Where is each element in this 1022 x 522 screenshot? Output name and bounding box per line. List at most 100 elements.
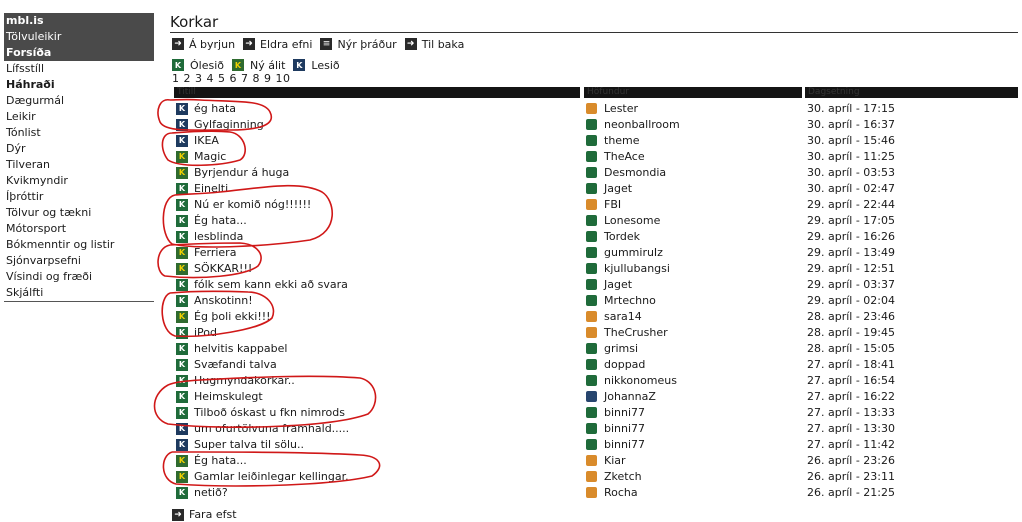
site-link[interactable]: mbl.is (4, 13, 154, 29)
post-date: 30. apríl - 11:25 (807, 150, 896, 163)
topic-title-link[interactable]: Ég hata... (194, 214, 247, 227)
page-link[interactable]: 5 (218, 72, 226, 85)
author-link[interactable]: binni77 (604, 438, 645, 451)
user-avatar-icon (586, 343, 597, 354)
topic-title-link[interactable]: Anskotinn! (194, 294, 253, 307)
author-link[interactable]: binni77 (604, 422, 645, 435)
topic-title-link[interactable]: Nú er komið nóg!!!!!! (194, 198, 311, 211)
topic-title-link[interactable]: ég hata (194, 102, 236, 115)
topic-title-link[interactable]: Gamlar leiðinlegar kellingar. (194, 470, 349, 483)
topic-title-link[interactable]: Byrjendur á huga (194, 166, 289, 179)
page-link[interactable]: 3 (195, 72, 203, 85)
page-link[interactable]: 1 (172, 72, 180, 85)
author-link[interactable]: Jaget (604, 278, 632, 291)
author-link[interactable]: Kiar (604, 454, 626, 467)
page-link[interactable]: 4 (207, 72, 215, 85)
new-comments-icon: K (176, 262, 188, 275)
sidebar-item[interactable]: Mótorsport (4, 221, 154, 237)
user-avatar-icon (586, 327, 597, 338)
topic-title-link[interactable]: Einelti (194, 182, 228, 195)
author-link[interactable]: Lonesome (604, 214, 660, 227)
user-avatar-icon (586, 247, 597, 258)
topic-title-link[interactable]: Svæfandi talva (194, 358, 277, 371)
topic-title-link[interactable]: Tilboð óskast u fkn nimrods (194, 406, 345, 419)
topic-title-link[interactable]: SÖKKAR!!! (194, 262, 252, 275)
back-to-top[interactable]: ➜ Fara efst (172, 508, 237, 521)
author-link[interactable]: Tordek (604, 230, 640, 243)
page-link[interactable]: 6 (230, 72, 238, 85)
author-link[interactable]: Mrtechno (604, 294, 656, 307)
topic-title-link[interactable]: lesblinda (194, 230, 243, 243)
sidebar-item[interactable]: Dægurmál (4, 93, 154, 109)
sidebar-item[interactable]: Kvikmyndir (4, 173, 154, 189)
page-link[interactable]: 2 (184, 72, 192, 85)
home-link[interactable]: Forsíða (4, 45, 154, 61)
sidebar-item[interactable]: Tölvur og tækni (4, 205, 154, 221)
sidebar-item[interactable]: Vísindi og fræði (4, 269, 154, 285)
author-link[interactable]: TheCrusher (604, 326, 668, 339)
sidebar-item[interactable]: Íþróttir (4, 189, 154, 205)
page-link[interactable]: 9 (264, 72, 272, 85)
author-link[interactable]: FBI (604, 198, 621, 211)
author-link[interactable]: binni77 (604, 406, 645, 419)
page-link[interactable]: 7 (241, 72, 249, 85)
topic-title-link[interactable]: Ferriera (194, 246, 236, 259)
author-link[interactable]: Lester (604, 102, 638, 115)
author-link[interactable]: doppad (604, 358, 645, 371)
topic-title-link[interactable]: Gylfaginning (194, 118, 264, 131)
table-row: KiPod TheCrusher 28. apríl - 19:45 (170, 324, 1018, 340)
page-link[interactable]: 10 (276, 72, 291, 85)
sidebar-item[interactable]: Tilveran (4, 157, 154, 173)
topic-title-link[interactable]: IKEA (194, 134, 219, 147)
topic-title-link[interactable]: iPod (194, 326, 217, 339)
sidebar-item[interactable]: Sjónvarpsefni (4, 253, 154, 269)
author-link[interactable]: Zketch (604, 470, 642, 483)
post-date: 29. apríl - 17:05 (807, 214, 896, 227)
topic-title-link[interactable]: Ég hata... (194, 454, 247, 467)
table-row: K Anskotinn! Mrtechno 29. apríl - 02:04 (170, 292, 1018, 308)
unread-icon: K (176, 326, 188, 339)
sidebar-item[interactable]: Háhraði (4, 77, 154, 93)
topic-title-link[interactable]: fólk sem kann ekki að svara (194, 278, 348, 291)
author-link[interactable]: Jaget (604, 182, 632, 195)
author-link[interactable]: theme (604, 134, 640, 147)
nav-back-link[interactable]: Til baka (422, 38, 465, 51)
sidebar-item[interactable]: Dýr (4, 141, 154, 157)
author-link[interactable]: Desmondia (604, 166, 666, 179)
author-link[interactable]: nikkonomeus (604, 374, 677, 387)
author-link[interactable]: gummiruIz (604, 246, 663, 259)
topic-title-link[interactable]: helvitis kappabel (194, 342, 287, 355)
table-row: K Heimskulegt JohannaZ 27. apríl - 16:22 (170, 388, 1018, 404)
author-link[interactable]: sara14 (604, 310, 642, 323)
sidebar-item[interactable]: Lífsstíll (4, 61, 154, 77)
author-link[interactable]: neonballroom (604, 118, 680, 131)
topic-title-link[interactable]: netið? (194, 486, 228, 499)
topic-title-link[interactable]: Heimskulegt (194, 390, 263, 403)
user-avatar-icon (586, 311, 597, 322)
nav-older-link[interactable]: Eldra efni (260, 38, 312, 51)
author-link[interactable]: TheAce (604, 150, 645, 163)
unread-icon: K (176, 278, 188, 291)
author-link[interactable]: Rocha (604, 486, 638, 499)
sidebar-item[interactable]: Skjálfti (4, 285, 154, 301)
back-to-top-label[interactable]: Fara efst (189, 508, 237, 521)
nav-first-link[interactable]: Á byrjun (189, 38, 235, 51)
sidebar-item[interactable]: Tónlist (4, 125, 154, 141)
sidebar-item[interactable]: Leikir (4, 109, 154, 125)
post-date: 27. apríl - 11:42 (807, 438, 896, 451)
author-link[interactable]: kjullubangsi (604, 262, 670, 275)
topic-title-link[interactable]: um ofurtölvuna framhald..... (194, 422, 349, 435)
topic-title-link[interactable]: Magic (194, 150, 226, 163)
sidebar-item[interactable]: Bókmenntir og listir (4, 237, 154, 253)
nav-new-thread-link[interactable]: Nýr þráður (337, 38, 396, 51)
user-avatar-icon (586, 471, 597, 482)
section-link[interactable]: Tölvuleikir (4, 29, 154, 45)
table-row: Kfólk sem kann ekki að svara Jaget 29. apr… (170, 276, 1018, 292)
page-link[interactable]: 8 (253, 72, 261, 85)
topic-title-link[interactable]: Hugmyndakorkar.. (194, 374, 295, 387)
topic-title-link[interactable]: Super talva til sölu.. (194, 438, 304, 451)
author-link[interactable]: grimsi (604, 342, 638, 355)
author-link[interactable]: JohannaZ (604, 390, 656, 403)
table-row: K Hugmyndakorkar.. nikkonomeus 27. apríl - … (170, 372, 1018, 388)
topic-title-link[interactable]: Ég þoli ekki!!! (194, 310, 271, 323)
